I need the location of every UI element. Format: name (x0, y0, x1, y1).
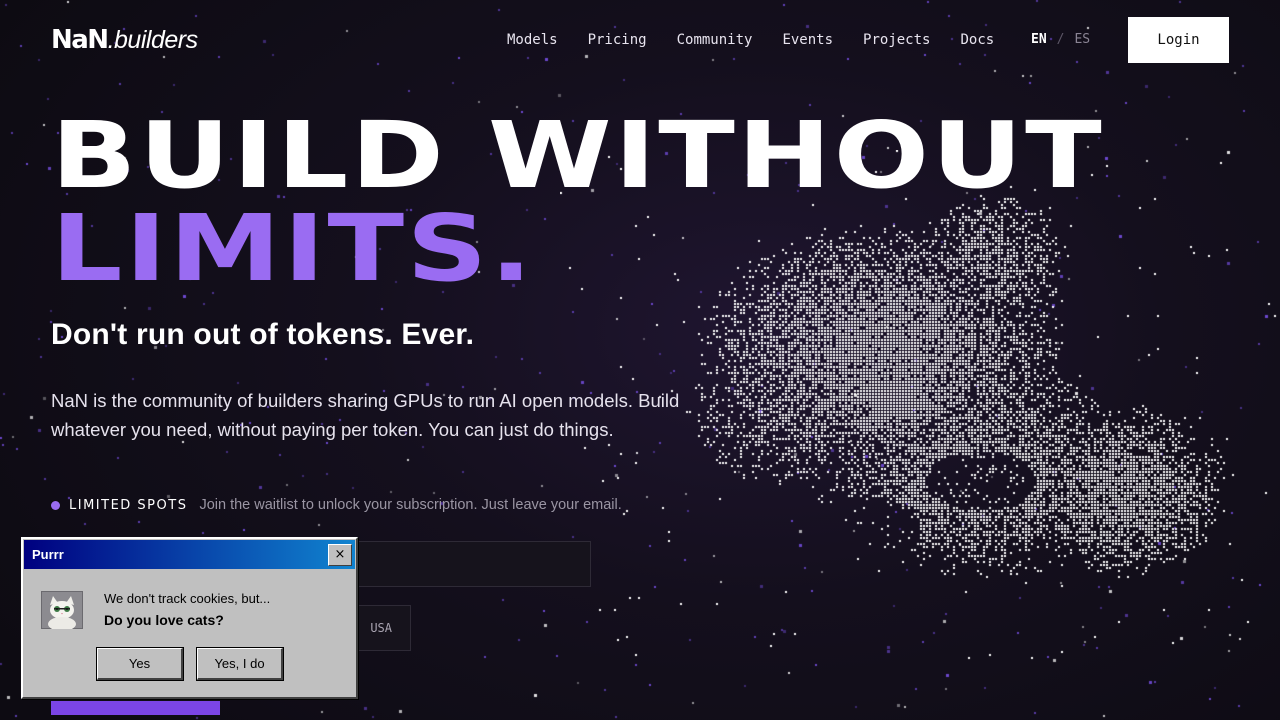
waitlist-banner: LIMITED SPOTS Join the waitlist to unloc… (51, 497, 622, 513)
dialog-message: We don't track cookies, but... (104, 591, 271, 606)
lang-en[interactable]: EN (1031, 31, 1047, 49)
dialog-titlebar[interactable]: Purrr × (24, 540, 355, 569)
nav-docs[interactable]: Docs (960, 31, 994, 49)
lang-es[interactable]: ES (1074, 31, 1090, 49)
nav-community[interactable]: Community (677, 31, 753, 49)
hero-headline-line1: BUILD WITHOUT (51, 102, 1105, 209)
dialog-close-button[interactable]: × (328, 544, 352, 566)
main-nav: Models Pricing Community Events Projects… (507, 31, 994, 49)
hero-subtitle: Don't run out of tokens. Ever. (51, 318, 475, 351)
country-select-value: USA (370, 621, 392, 635)
logo-mark: NaN (51, 25, 109, 55)
dialog-title: Purrr (32, 547, 64, 562)
limited-spots-badge: LIMITED SPOTS (69, 497, 188, 513)
logo-text: .builders (107, 26, 199, 54)
nav-pricing[interactable]: Pricing (588, 31, 647, 49)
nav-models[interactable]: Models (507, 31, 558, 49)
cookie-dialog: Purrr × We don't track cookies, but... D… (21, 537, 358, 699)
join-waitlist-button[interactable] (51, 701, 220, 715)
hero-headline-line2: LIMITS. (51, 195, 535, 302)
language-switcher: EN / ES (1031, 31, 1090, 49)
brand-logo[interactable]: NaN .builders (51, 27, 198, 53)
waitlist-note: Join the waitlist to unlock your subscri… (199, 497, 622, 513)
yes-i-do-button[interactable]: Yes, I do (196, 647, 284, 681)
dialog-question: Do you love cats? (104, 612, 224, 628)
nav-projects[interactable]: Projects (863, 31, 930, 49)
nav-events[interactable]: Events (782, 31, 833, 49)
lang-separator: / (1056, 32, 1065, 47)
status-dot-icon (51, 500, 60, 510)
yes-button[interactable]: Yes (96, 647, 184, 681)
hero-description: NaN is the community of builders sharing… (51, 390, 680, 440)
login-button[interactable]: Login (1128, 17, 1229, 63)
cat-icon (41, 591, 83, 629)
